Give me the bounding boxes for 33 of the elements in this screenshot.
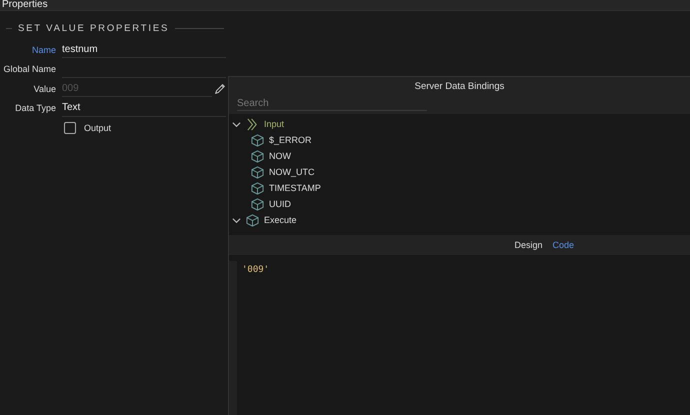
panel-title: Properties	[2, 0, 48, 10]
checkbox-label: Output	[84, 123, 112, 133]
tree-item[interactable]: NOW	[269, 151, 291, 161]
dialog-title: Server Data Bindings	[414, 80, 504, 92]
tree-item[interactable]: NOW_UTC	[269, 167, 314, 177]
cube-icon	[251, 150, 264, 162]
field-label: Global Name	[2, 64, 57, 74]
chevron-icon[interactable]	[232, 120, 241, 128]
view-tab[interactable]: Code	[549, 240, 577, 250]
chevron-icon[interactable]	[232, 216, 241, 224]
output-checkbox[interactable]	[64, 122, 76, 134]
tree-item[interactable]: $_ERROR	[269, 135, 312, 145]
tree-item[interactable]: Execute	[264, 215, 297, 225]
search-field[interactable]: Search	[237, 97, 427, 111]
cube-icon	[251, 198, 264, 210]
tree-item[interactable]: TIMESTAMP	[269, 183, 321, 193]
code-line: '009'	[242, 265, 270, 275]
input-field[interactable]: Text	[62, 100, 226, 117]
cube-icon	[251, 182, 264, 194]
pencil-icon[interactable]	[214, 83, 226, 95]
section-heading: SET VALUE PROPERTIES	[18, 23, 170, 34]
tree-item[interactable]: UUID	[269, 199, 291, 209]
view-tab[interactable]: Design	[511, 240, 546, 250]
input-field[interactable]: testnum	[62, 41, 226, 58]
input-field[interactable]: 009	[62, 80, 212, 98]
cube-icon	[246, 214, 259, 226]
double-chevron-icon	[246, 118, 259, 130]
cube-icon	[251, 134, 264, 146]
tree-item[interactable]: Input	[264, 119, 284, 129]
field-label: Value	[32, 84, 57, 94]
cube-icon	[251, 166, 264, 178]
field-label: Name	[30, 44, 57, 55]
field-label: Data Type	[14, 103, 57, 114]
